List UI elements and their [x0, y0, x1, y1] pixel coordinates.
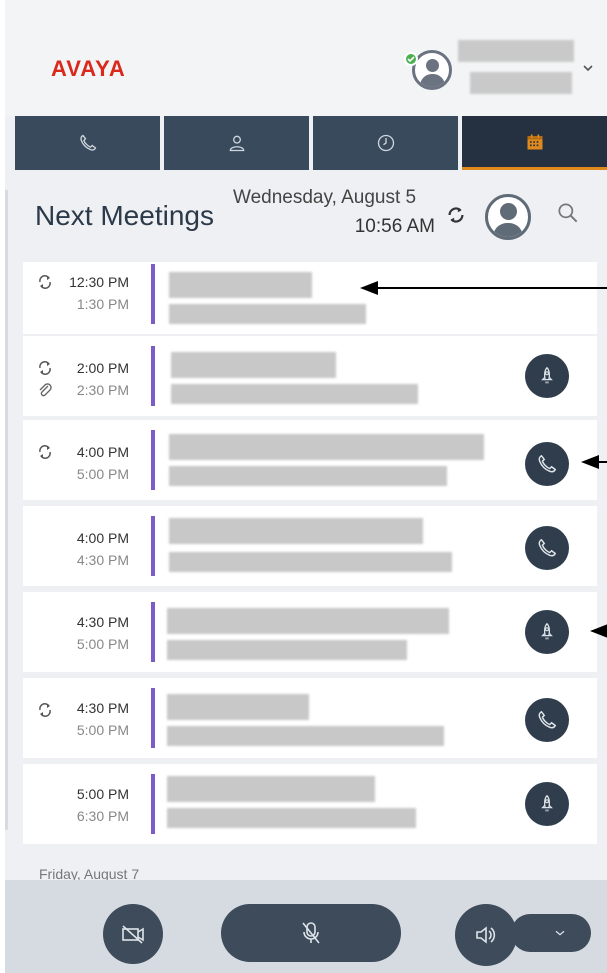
meeting-start: 2:00 PM — [76, 360, 129, 376]
meeting-title-redacted — [167, 776, 375, 802]
meeting-subtitle-redacted — [171, 384, 418, 404]
meeting-card[interactable]: 4:30 PM 5:00 PM — [23, 678, 597, 758]
meeting-end: 6:30 PM — [76, 808, 129, 824]
meeting-accent-bar — [151, 688, 155, 748]
avaya-logo: AVAYA — [51, 56, 126, 81]
app-window: AVAYA Next Meetings Wednesday, August 5 … — [5, 0, 607, 973]
meeting-end: 5:00 PM — [76, 636, 129, 652]
rocket-icon — [541, 622, 553, 640]
tab-calendar[interactable] — [462, 116, 607, 170]
call-meeting-button[interactable] — [525, 526, 569, 570]
join-meeting-button[interactable] — [525, 354, 569, 398]
annotation-arrow — [590, 624, 607, 638]
meeting-subtitle-redacted — [167, 640, 407, 660]
meeting-title-redacted — [169, 272, 312, 298]
meeting-card[interactable]: 4:00 PM 4:30 PM — [23, 506, 597, 586]
refresh-icon[interactable] — [445, 204, 467, 226]
meeting-start: 4:00 PM — [76, 530, 129, 546]
call-meeting-button[interactable] — [525, 442, 569, 486]
meeting-accent-bar — [151, 264, 155, 324]
meeting-end: 2:30 PM — [76, 382, 129, 398]
meeting-end: 5:00 PM — [76, 466, 129, 482]
left-divider — [5, 190, 8, 830]
meeting-subtitle-redacted — [169, 304, 366, 324]
available-check-icon — [404, 52, 418, 66]
meeting-accent-bar — [151, 516, 155, 576]
chevron-down-icon[interactable] — [582, 62, 594, 74]
recurring-icon — [39, 275, 51, 289]
phone-icon — [538, 454, 557, 473]
header: AVAYA — [5, 0, 607, 116]
recurring-icon — [39, 703, 51, 717]
call-meeting-button[interactable] — [525, 698, 569, 742]
audio-device-dropdown[interactable] — [511, 914, 591, 952]
meeting-start: 12:30 PM — [69, 274, 129, 290]
join-meeting-button[interactable] — [525, 782, 569, 826]
clock-icon — [377, 134, 394, 152]
meeting-card[interactable]: 2:00 PM 2:30 PM — [23, 336, 597, 416]
tab-bar — [15, 116, 607, 172]
meeting-subtitle-redacted — [167, 808, 416, 828]
meeting-title-redacted — [169, 518, 423, 544]
current-time: 10:56 AM — [354, 216, 435, 237]
tab-calls[interactable] — [15, 116, 160, 170]
annotation-arrow — [581, 455, 607, 469]
meeting-subtitle-redacted — [169, 552, 452, 572]
meeting-start: 5:00 PM — [76, 786, 129, 802]
rocket-icon — [541, 366, 553, 384]
video-off-icon — [122, 925, 144, 944]
user-name-redacted — [458, 40, 574, 62]
meeting-start: 4:00 PM — [76, 444, 129, 460]
rocket-icon — [541, 794, 553, 812]
video-toggle-button[interactable] — [103, 904, 163, 964]
call-control-bar — [5, 880, 607, 973]
meeting-card[interactable]: 5:00 PM 6:30 PM — [23, 764, 597, 844]
meeting-accent-bar — [151, 602, 155, 662]
meeting-accent-bar — [151, 430, 155, 490]
tab-history[interactable] — [313, 116, 458, 170]
mic-off-icon — [302, 922, 320, 944]
join-meeting-button[interactable] — [525, 610, 569, 654]
meeting-card[interactable]: 12:30 PM 1:30 PM — [23, 262, 597, 334]
attachment-icon — [39, 383, 52, 397]
meeting-title-redacted — [167, 694, 309, 720]
page-title: Next Meetings — [35, 200, 214, 231]
mute-button[interactable] — [221, 904, 401, 962]
phone-icon — [538, 538, 557, 557]
speaker-icon — [476, 926, 496, 944]
speaker-button[interactable] — [455, 904, 517, 966]
meeting-accent-bar — [151, 346, 155, 406]
meeting-end: 5:00 PM — [76, 722, 129, 738]
meeting-accent-bar — [151, 774, 155, 834]
meeting-end: 4:30 PM — [76, 552, 129, 568]
meeting-card[interactable]: 4:00 PM 5:00 PM — [23, 420, 597, 500]
avatar-filter-button[interactable] — [485, 194, 531, 240]
current-date: Wednesday, August 5 — [233, 187, 417, 208]
tab-contacts[interactable] — [164, 116, 309, 170]
meeting-title-redacted — [167, 608, 449, 634]
meeting-start: 4:30 PM — [76, 700, 129, 716]
person-icon — [229, 135, 244, 152]
meeting-title-redacted — [171, 352, 336, 378]
meeting-card[interactable]: 4:30 PM 5:00 PM — [23, 592, 597, 672]
user-status-redacted — [470, 72, 572, 94]
phone-icon — [538, 710, 557, 729]
recurring-icon — [39, 361, 51, 375]
meeting-subtitle-redacted — [169, 466, 447, 486]
meeting-subtitle-redacted — [167, 726, 444, 746]
recurring-icon — [39, 445, 51, 459]
calendar-icon — [527, 134, 542, 149]
meeting-title-redacted — [169, 434, 484, 460]
phone-icon — [79, 134, 96, 151]
search-icon[interactable] — [555, 200, 581, 226]
meeting-start: 4:30 PM — [76, 614, 129, 630]
user-avatar-icon[interactable] — [412, 50, 452, 90]
chevron-down-icon — [555, 930, 565, 936]
meeting-end: 1:30 PM — [76, 296, 129, 312]
annotation-arrow — [360, 281, 607, 295]
